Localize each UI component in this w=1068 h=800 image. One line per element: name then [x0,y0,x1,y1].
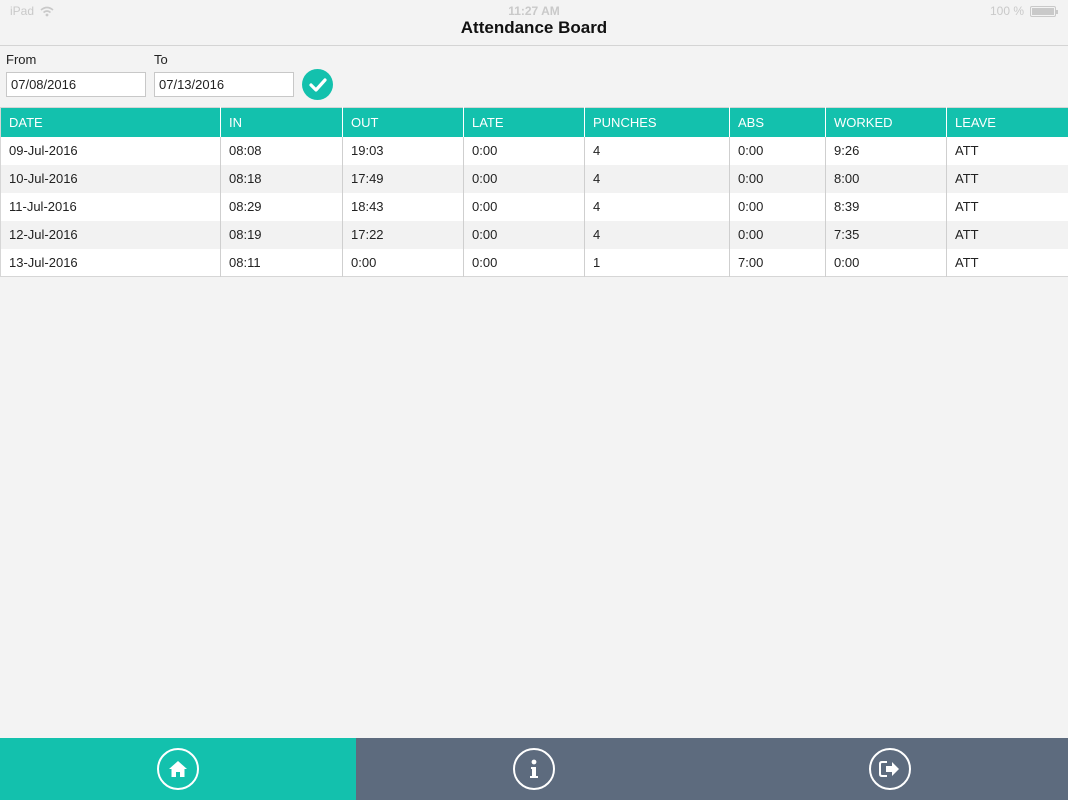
cell-abs: 0:00 [729,136,826,165]
battery-percent: 100 % [989,4,1024,18]
check-icon [308,77,327,92]
column-header-worked: WORKED [825,107,947,137]
cell-in: 08:19 [220,220,343,249]
column-header-punches: PUNCHES [584,107,730,137]
table-row[interactable]: 13-Jul-2016 08:11 0:00 0:00 1 7:00 0:00 ATT [0,248,1068,277]
table-header: DATE IN OUT LATE PUNCHES ABS WORKED LEAVE [0,107,1068,137]
info-icon [513,748,555,790]
table-row[interactable]: 10-Jul-2016 08:18 17:49 0:00 4 0:00 8:00 ATT [0,164,1068,193]
table-row[interactable]: 11-Jul-2016 08:29 18:43 0:00 4 0:00 8:39 ATT [0,192,1068,221]
cell-punches: 1 [584,248,730,277]
cell-date: 12-Jul-2016 [0,220,221,249]
cell-out: 19:03 [342,136,464,165]
table-body: 09-Jul-2016 08:08 19:03 0:00 4 0:00 9:26 ATT 10-… [0,136,1068,277]
cell-punches: 4 [584,220,730,249]
cell-in: 08:29 [220,192,343,221]
cell-worked: 8:39 [825,192,947,221]
from-date-input[interactable] [6,72,146,97]
cell-late: 0:00 [463,136,585,165]
cell-abs: 0:00 [729,164,826,193]
cell-leave: ATT [946,192,1068,221]
cell-late: 0:00 [463,248,585,277]
column-header-abs: ABS [729,107,826,137]
to-label: To [154,52,168,67]
table-row[interactable]: 12-Jul-2016 08:19 17:22 0:00 4 0:00 7:35 ATT [0,220,1068,249]
cell-date: 13-Jul-2016 [0,248,221,277]
status-right: 100 % [989,4,1058,18]
cell-late: 0:00 [463,192,585,221]
tab-home[interactable] [0,738,356,800]
cell-in: 08:08 [220,136,343,165]
cell-in: 08:11 [220,248,343,277]
cell-worked: 9:26 [825,136,947,165]
column-header-out: OUT [342,107,464,137]
table-header-row: DATE IN OUT LATE PUNCHES ABS WORKED LEAVE [0,107,1068,137]
cell-out: 17:49 [342,164,464,193]
to-date-input[interactable] [154,72,294,97]
cell-worked: 8:00 [825,164,947,193]
column-header-in: IN [220,107,343,137]
bottom-tab-bar [0,738,1068,800]
cell-date: 10-Jul-2016 [0,164,221,193]
cell-in: 08:18 [220,164,343,193]
table-row[interactable]: 09-Jul-2016 08:08 19:03 0:00 4 0:00 9:26 ATT [0,136,1068,165]
battery-icon [1030,5,1058,17]
tab-info[interactable] [356,738,712,800]
cell-out: 17:22 [342,220,464,249]
cell-worked: 7:35 [825,220,947,249]
cell-late: 0:00 [463,220,585,249]
cell-punches: 4 [584,136,730,165]
column-header-date: DATE [0,107,221,137]
cell-date: 09-Jul-2016 [0,136,221,165]
cell-leave: ATT [946,136,1068,165]
cell-abs: 0:00 [729,192,826,221]
apply-date-filter-button[interactable] [302,69,333,100]
cell-leave: ATT [946,248,1068,277]
cell-punches: 4 [584,192,730,221]
battery-level [1032,7,1054,15]
cell-worked: 0:00 [825,248,947,277]
from-label: From [6,52,37,67]
page-title: Attendance Board [460,18,608,37]
cell-out: 0:00 [342,248,464,277]
cell-leave: ATT [946,164,1068,193]
column-header-leave: LEAVE [946,107,1068,137]
logout-icon [869,748,911,790]
cell-date: 11-Jul-2016 [0,192,221,221]
title-divider [0,45,1068,46]
cell-abs: 7:00 [729,248,826,277]
cell-late: 0:00 [463,164,585,193]
cell-punches: 4 [584,164,730,193]
tab-logout[interactable] [712,738,1068,800]
cell-leave: ATT [946,220,1068,249]
column-header-late: LATE [463,107,585,137]
status-time: 11:27 AM [508,4,560,18]
cell-abs: 0:00 [729,220,826,249]
home-icon [157,748,199,790]
attendance-table: DATE IN OUT LATE PUNCHES ABS WORKED LEAVE 09-Ju… [0,107,1068,277]
cell-out: 18:43 [342,192,464,221]
